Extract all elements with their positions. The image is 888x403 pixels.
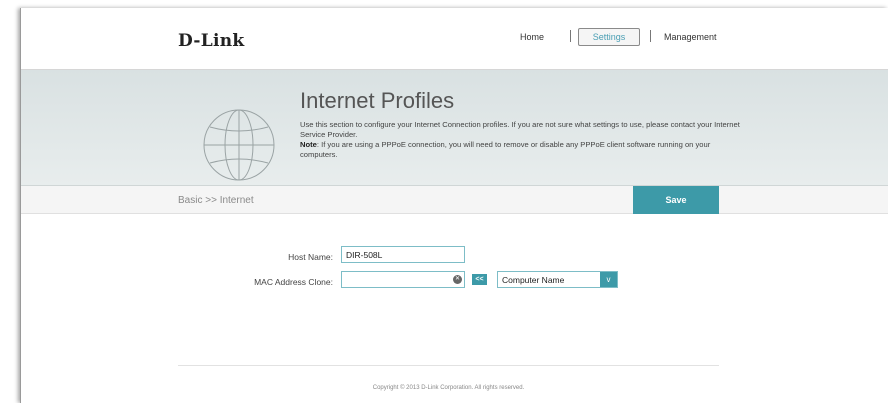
browser-viewport: D-Link Home Settings Management Internet…: [20, 8, 888, 403]
nav-settings[interactable]: Settings: [578, 28, 640, 46]
clear-icon[interactable]: ✕: [453, 275, 462, 284]
chevron-down-icon[interactable]: v: [600, 272, 617, 287]
page-title: Internet Profiles: [300, 88, 455, 113]
host-name-label: Host Name:: [288, 252, 333, 262]
globe-icon: [203, 109, 275, 181]
top-header: D-Link Home Settings Management: [21, 8, 888, 70]
footer-divider: [178, 365, 719, 366]
save-button[interactable]: Save: [633, 186, 719, 214]
mac-clone-label: MAC Address Clone:: [254, 277, 333, 287]
nav-separator: [570, 30, 571, 42]
nav-management[interactable]: Management: [664, 32, 717, 42]
dlink-logo: D-Link: [178, 31, 245, 51]
mac-source-select[interactable]: Computer Name v: [497, 271, 618, 288]
nav-separator: [650, 30, 651, 42]
note-text: : If you are using a PPPoE connection, y…: [300, 140, 711, 159]
copy-mac-button[interactable]: <<: [472, 274, 487, 285]
breadcrumb-bar: Basic >> Internet Save: [21, 186, 888, 214]
mac-clone-input[interactable]: [341, 271, 465, 288]
breadcrumb: Basic >> Internet: [178, 195, 254, 206]
description-text: Use this section to configure your Inter…: [300, 120, 740, 139]
host-name-input[interactable]: [341, 246, 465, 263]
page-banner: Internet Profiles Use this section to co…: [21, 70, 888, 186]
note-label: Note: [300, 140, 317, 149]
copyright-text: Copyright © 2013 D-Link Corporation. All…: [372, 385, 525, 391]
nav-home[interactable]: Home: [520, 32, 544, 42]
select-value: Computer Name: [502, 275, 565, 285]
page-description: Use this section to configure your Inter…: [300, 120, 740, 160]
